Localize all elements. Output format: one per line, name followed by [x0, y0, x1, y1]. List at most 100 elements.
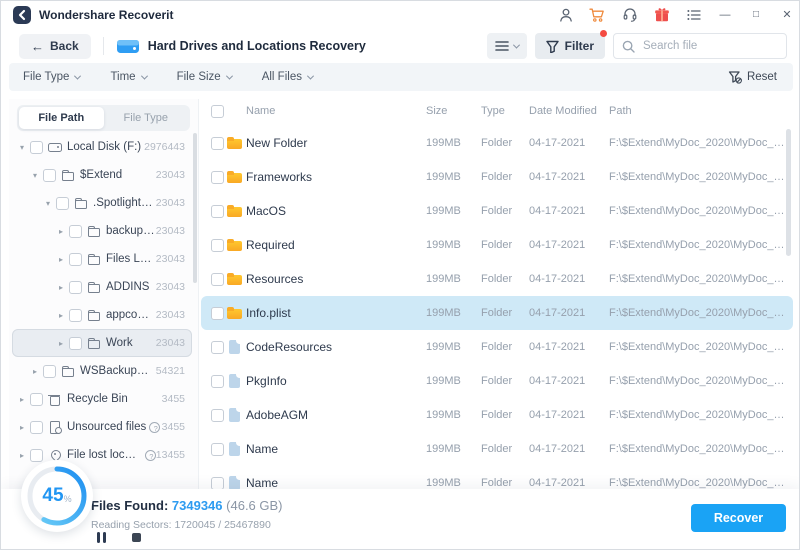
- table-row[interactable]: AdobeAGM 199MB Folder 04-17-2021 F:\$Ext…: [201, 398, 793, 432]
- file-type: Folder: [481, 341, 513, 353]
- row-checkbox[interactable]: [211, 272, 224, 286]
- close-button[interactable]: ✕: [779, 1, 795, 29]
- table-row[interactable]: Info.plist 199MB Folder 04-17-2021 F:\$E…: [201, 296, 793, 330]
- tree-expand-arrow[interactable]: ▸: [59, 227, 69, 236]
- file-name: Required: [246, 238, 295, 252]
- tree-expand-arrow[interactable]: ▸: [59, 283, 69, 292]
- tree-checkbox[interactable]: [69, 280, 82, 294]
- tree-checkbox[interactable]: [69, 308, 82, 322]
- tree-checkbox[interactable]: [30, 420, 43, 434]
- tree-expand-arrow[interactable]: ▸: [20, 423, 30, 432]
- tree-checkbox[interactable]: [69, 252, 82, 266]
- cart-icon[interactable]: [589, 7, 606, 24]
- file-size: 199MB: [426, 239, 461, 251]
- support-headset-icon[interactable]: [621, 7, 638, 24]
- table-row[interactable]: Resources 199MB Folder 04-17-2021 F:\$Ex…: [201, 262, 793, 296]
- tree-expand-arrow[interactable]: ▸: [33, 367, 43, 376]
- tree-checkbox[interactable]: [30, 140, 43, 154]
- table-scrollbar[interactable]: [786, 129, 791, 256]
- recover-button[interactable]: Recover: [691, 504, 786, 532]
- row-checkbox[interactable]: [211, 408, 224, 422]
- stop-button[interactable]: [132, 533, 141, 542]
- table-row[interactable]: Required 199MB Folder 04-17-2021 F:\$Ext…: [201, 228, 793, 262]
- row-checkbox[interactable]: [211, 476, 224, 490]
- filter-dropdown[interactable]: File Size: [176, 71, 233, 83]
- table-row[interactable]: New Folder 199MB Folder 04-17-2021 F:\$E…: [201, 126, 793, 160]
- tree-expand-arrow[interactable]: ▸: [59, 255, 69, 264]
- tree-checkbox[interactable]: [30, 392, 43, 406]
- tree-expand-arrow[interactable]: ▸: [20, 395, 30, 404]
- tree-checkbox[interactable]: [56, 196, 69, 210]
- pause-button[interactable]: [97, 532, 106, 543]
- tree-item[interactable]: ▸ Unsourced files 3455: [12, 413, 192, 441]
- reset-filters-button[interactable]: Reset: [728, 63, 777, 91]
- maximize-button[interactable]: □: [748, 1, 764, 29]
- row-checkbox[interactable]: [211, 170, 224, 184]
- tree-item[interactable]: ▸ Recycle Bin 3455: [12, 385, 192, 413]
- chevron-down-icon: [140, 72, 148, 80]
- filter-dropdown[interactable]: Time: [110, 71, 148, 83]
- tree-item[interactable]: ▸ backupdata 23043: [12, 217, 192, 245]
- title-bar: Wondershare Recoverit — □ ✕: [1, 1, 799, 29]
- tab-file-path[interactable]: File Path: [19, 107, 104, 129]
- tree-item[interactable]: ▸ Files Lost Origri... 23043: [12, 245, 192, 273]
- table-row[interactable]: PkgInfo 199MB Folder 04-17-2021 F:\$Exte…: [201, 364, 793, 398]
- tree-expand-arrow[interactable]: ▾: [46, 199, 56, 208]
- filter-dropdown-label: All Files: [261, 71, 302, 83]
- file-date: 04-17-2021: [529, 341, 586, 353]
- tree-item[interactable]: ▸ appcompat 23043: [12, 301, 192, 329]
- filter-dropdown[interactable]: All Files: [261, 71, 315, 83]
- file-icon: [227, 373, 244, 389]
- tree-expand-arrow[interactable]: ▾: [33, 171, 43, 180]
- tree-item[interactable]: ▸ Work 23043: [12, 329, 192, 357]
- filter-dropdown[interactable]: File Type: [23, 71, 82, 83]
- tree-item[interactable]: ▾ Local Disk (F:) 2976443: [12, 133, 192, 161]
- tree-item[interactable]: ▾ $Extend 23043: [12, 161, 192, 189]
- tree-checkbox[interactable]: [43, 364, 56, 378]
- tree-expand-arrow[interactable]: ▸: [20, 451, 30, 460]
- back-button[interactable]: ← Back: [19, 33, 91, 59]
- gift-icon[interactable]: [653, 7, 670, 24]
- tree-checkbox[interactable]: [69, 336, 82, 350]
- tree-item[interactable]: ▸ ADDINS 23043: [12, 273, 192, 301]
- table-row[interactable]: Frameworks 199MB Folder 04-17-2021 F:\$E…: [201, 160, 793, 194]
- table-row[interactable]: Name 199MB Folder 04-17-2021 F:\$Extend\…: [201, 432, 793, 466]
- table-row[interactable]: CodeResources 199MB Folder 04-17-2021 F:…: [201, 330, 793, 364]
- filter-button[interactable]: Filter: [534, 30, 607, 59]
- file-type: Folder: [481, 307, 513, 319]
- row-checkbox[interactable]: [211, 238, 224, 252]
- search-input[interactable]: [641, 39, 778, 53]
- select-all-checkbox[interactable]: [211, 104, 224, 118]
- minimize-button[interactable]: —: [717, 1, 733, 29]
- tree-checkbox[interactable]: [43, 168, 56, 182]
- tree-expand-arrow[interactable]: ▸: [59, 311, 69, 320]
- tree-item-label: WSBackupData: [80, 365, 156, 377]
- file-icon: [227, 339, 244, 355]
- sidebar-tabs: File Path File Type: [17, 105, 190, 131]
- view-mode-dropdown[interactable]: [486, 33, 527, 59]
- menu-list-icon[interactable]: [685, 7, 702, 24]
- filter-dropdown-label: File Size: [176, 71, 221, 83]
- tree-item[interactable]: ▾ .Spotlight-V10000... 23043: [12, 189, 192, 217]
- file-icon: [227, 407, 244, 423]
- row-checkbox[interactable]: [211, 306, 224, 320]
- user-icon[interactable]: [557, 7, 574, 24]
- tree-expand-arrow[interactable]: ▸: [59, 339, 69, 348]
- table-row[interactable]: MacOS 199MB Folder 04-17-2021 F:\$Extend…: [201, 194, 793, 228]
- search-box[interactable]: [613, 33, 787, 59]
- col-size: Size: [426, 105, 448, 117]
- tree-checkbox[interactable]: [69, 224, 82, 238]
- sidebar-scrollbar[interactable]: [193, 133, 197, 283]
- row-checkbox[interactable]: [211, 374, 224, 388]
- row-checkbox[interactable]: [211, 442, 224, 456]
- file-path: F:\$Extend\MyDoc_2020\MyDoc_2020\M...: [609, 409, 793, 421]
- tree-item-label: Work: [106, 337, 133, 349]
- tree-expand-arrow[interactable]: ▾: [20, 143, 30, 152]
- tree-item[interactable]: ▸ WSBackupData 54321: [12, 357, 192, 385]
- row-checkbox[interactable]: [211, 204, 224, 218]
- tab-file-type[interactable]: File Type: [104, 107, 189, 129]
- file-date: 04-17-2021: [529, 239, 586, 251]
- row-checkbox[interactable]: [211, 136, 224, 150]
- nav-bar: ← Back Hard Drives and Locations Recover…: [1, 29, 799, 63]
- row-checkbox[interactable]: [211, 340, 224, 354]
